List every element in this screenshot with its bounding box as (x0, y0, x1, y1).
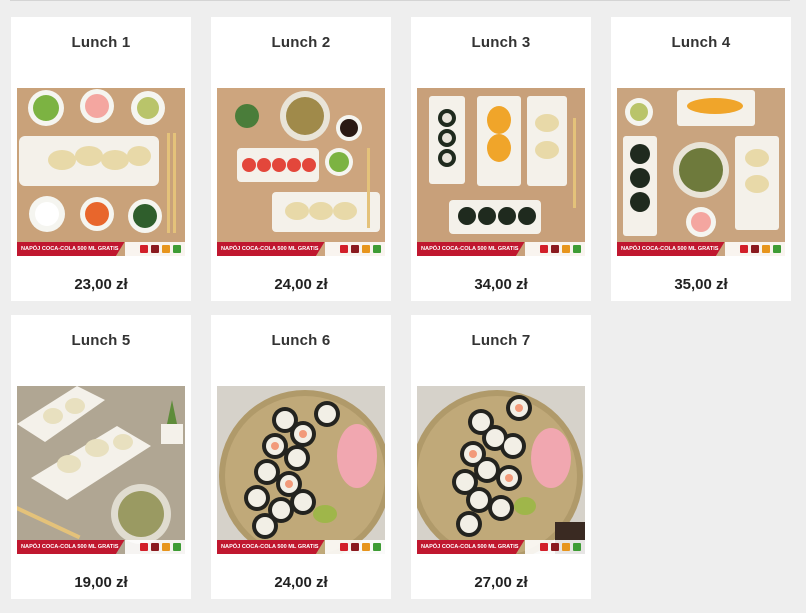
product-title[interactable]: Lunch 2 (211, 34, 391, 51)
product-title[interactable]: Lunch 3 (411, 34, 591, 51)
product-title[interactable]: Lunch 1 (11, 34, 191, 51)
chili-icon (140, 245, 148, 253)
product-photo[interactable]: NAPÓJ COCA-COLA 500 ML GRATIS (17, 386, 185, 554)
product-photo[interactable]: NAPÓJ COCA-COLA 500 ML GRATIS (417, 386, 585, 554)
product-price: 24,00 zł (274, 276, 328, 293)
product-card-lunch-5[interactable]: Lunch 5 NAPÓJ COCA-COLA 500 ML GRATIS 19… (11, 315, 191, 599)
product-price: 23,00 zł (74, 276, 128, 293)
vegetarian-icon (173, 543, 181, 551)
product-photo[interactable]: NAPÓJ COCA-COLA 500 ML GRATIS (17, 88, 185, 256)
promo-banner: NAPÓJ COCA-COLA 500 ML GRATIS (17, 242, 185, 256)
product-title[interactable]: Lunch 6 (211, 332, 391, 349)
chili-icon (340, 543, 348, 551)
promo-text: NAPÓJ COCA-COLA 500 ML GRATIS (217, 540, 325, 554)
product-price: 24,00 zł (274, 574, 328, 591)
promo-text: NAPÓJ COCA-COLA 500 ML GRATIS (17, 540, 125, 554)
promo-text: NAPÓJ COCA-COLA 500 ML GRATIS (17, 242, 125, 256)
spicy-icon (151, 543, 159, 551)
product-card-lunch-2[interactable]: Lunch 2 NAPÓJ COCA-COLA 500 ML GRATIS 24… (211, 17, 391, 301)
spicy-icon (751, 245, 759, 253)
product-price: 34,00 zł (474, 276, 528, 293)
promo-banner: NAPÓJ COCA-COLA 500 ML GRATIS (17, 540, 185, 554)
product-card-lunch-3[interactable]: Lunch 3 NAPÓJ COCA-COLA 500 ML GRATIS 34… (411, 17, 591, 301)
chili-icon (340, 245, 348, 253)
spicy-icon (551, 543, 559, 551)
product-card-lunch-7[interactable]: Lunch 7 NAPÓJ COCA-COLA 500 ML GRATIS 27… (411, 315, 591, 599)
chili-icon (740, 245, 748, 253)
top-divider (10, 0, 790, 1)
promo-banner: NAPÓJ COCA-COLA 500 ML GRATIS (217, 242, 385, 256)
product-photo[interactable]: NAPÓJ COCA-COLA 500 ML GRATIS (217, 88, 385, 256)
chili-icon (540, 543, 548, 551)
promo-text: NAPÓJ COCA-COLA 500 ML GRATIS (417, 242, 525, 256)
vegetarian-icon (573, 543, 581, 551)
product-price: 27,00 zł (474, 574, 528, 591)
product-photo[interactable]: NAPÓJ COCA-COLA 500 ML GRATIS (617, 88, 785, 256)
spicy-icon (351, 543, 359, 551)
product-title[interactable]: Lunch 4 (611, 34, 791, 51)
product-title[interactable]: Lunch 7 (411, 332, 591, 349)
allergen-icon (562, 543, 570, 551)
promo-text: NAPÓJ COCA-COLA 500 ML GRATIS (217, 242, 325, 256)
allergen-icon (162, 543, 170, 551)
promo-banner: NAPÓJ COCA-COLA 500 ML GRATIS (417, 242, 585, 256)
product-card-lunch-4[interactable]: Lunch 4 NAPÓJ COCA-COLA 500 ML GRATIS 35… (611, 17, 791, 301)
vegetarian-icon (773, 245, 781, 253)
promo-banner: NAPÓJ COCA-COLA 500 ML GRATIS (417, 540, 585, 554)
promo-banner: NAPÓJ COCA-COLA 500 ML GRATIS (217, 540, 385, 554)
allergen-icon (762, 245, 770, 253)
vegetarian-icon (173, 245, 181, 253)
product-card-lunch-1[interactable]: Lunch 1 NAPÓJ COCA-COLA 500 ML GRATIS 23… (11, 17, 191, 301)
allergen-icon (562, 245, 570, 253)
product-photo[interactable]: NAPÓJ COCA-COLA 500 ML GRATIS (217, 386, 385, 554)
product-photo[interactable]: NAPÓJ COCA-COLA 500 ML GRATIS (417, 88, 585, 256)
product-card-lunch-6[interactable]: Lunch 6 NAPÓJ COCA-COLA 500 ML GRATIS 24… (211, 315, 391, 599)
product-price: 19,00 zł (74, 574, 128, 591)
product-title[interactable]: Lunch 5 (11, 332, 191, 349)
product-price: 35,00 zł (674, 276, 728, 293)
allergen-icon (362, 543, 370, 551)
chili-icon (540, 245, 548, 253)
vegetarian-icon (373, 543, 381, 551)
spicy-icon (151, 245, 159, 253)
allergen-icon (362, 245, 370, 253)
spicy-icon (551, 245, 559, 253)
vegetarian-icon (373, 245, 381, 253)
spicy-icon (351, 245, 359, 253)
promo-text: NAPÓJ COCA-COLA 500 ML GRATIS (417, 540, 525, 554)
allergen-icon (162, 245, 170, 253)
vegetarian-icon (573, 245, 581, 253)
promo-banner: NAPÓJ COCA-COLA 500 ML GRATIS (617, 242, 785, 256)
promo-text: NAPÓJ COCA-COLA 500 ML GRATIS (617, 242, 725, 256)
chili-icon (140, 543, 148, 551)
